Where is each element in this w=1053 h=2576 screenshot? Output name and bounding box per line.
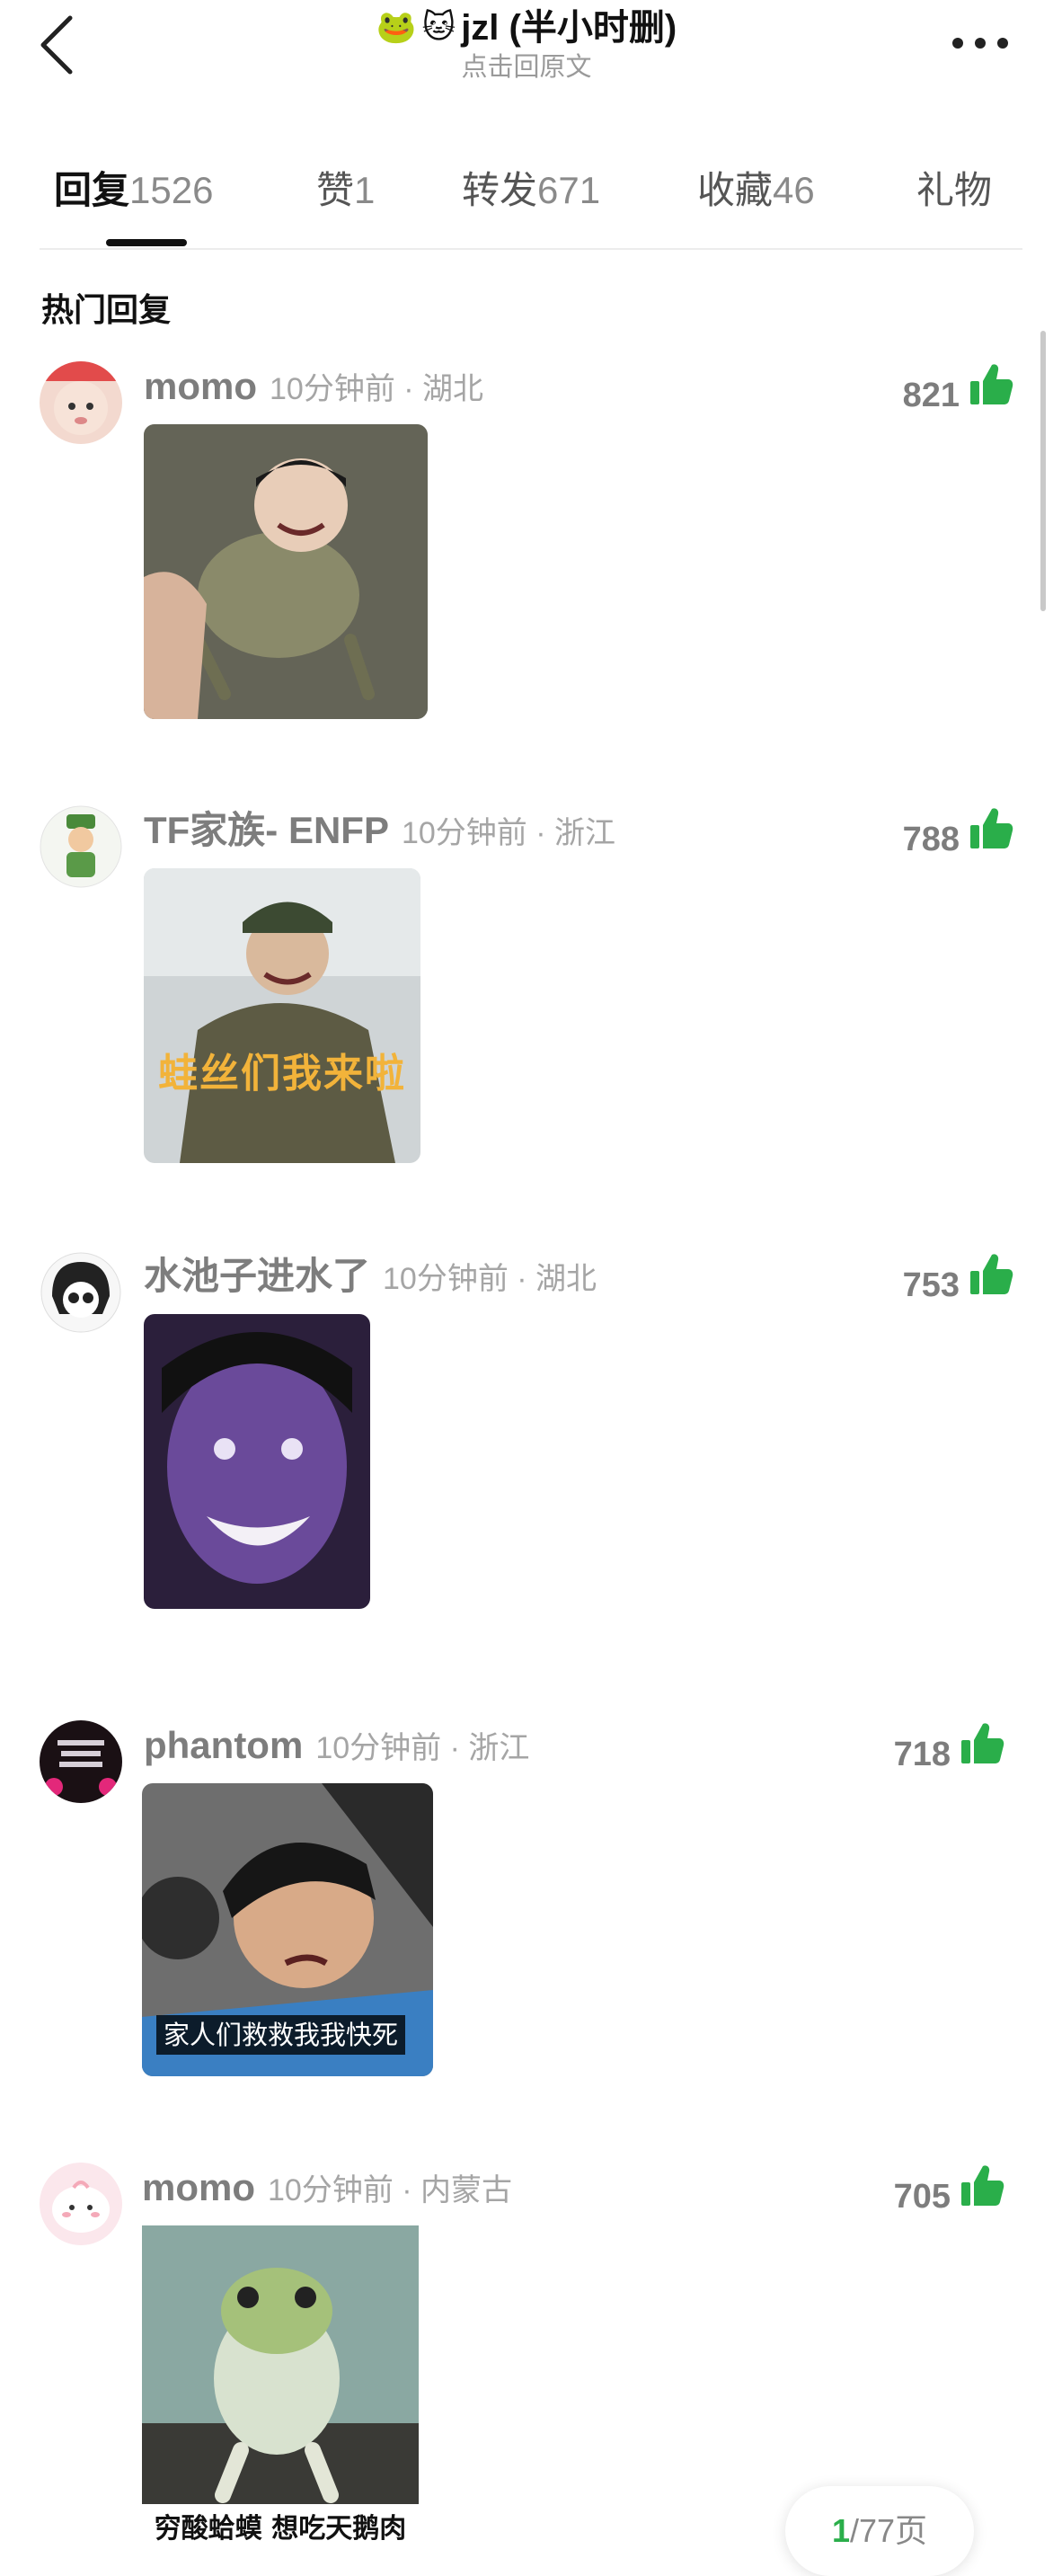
- thumbs-up-icon: [958, 2163, 1004, 2231]
- comment-meta: TF家族- ENFP 10分钟前 · 浙江: [144, 805, 615, 865]
- avatar[interactable]: [40, 361, 122, 444]
- tab-reposts[interactable]: 转发671: [462, 164, 600, 218]
- like-count: 788: [902, 821, 960, 858]
- tab-bar: 回复1526 赞1 转发671 收藏46 礼物: [0, 151, 1053, 250]
- more-options-icon[interactable]: [949, 27, 1012, 59]
- cat-face-icon: 🐱: [421, 9, 456, 46]
- current-page: 1: [831, 2512, 850, 2549]
- like-button[interactable]: 705: [894, 2163, 1004, 2231]
- avatar[interactable]: [40, 1251, 122, 1334]
- like-count: 753: [902, 1266, 960, 1304]
- active-tab-indicator: [106, 239, 187, 246]
- tab-replies[interactable]: 回复1526: [54, 164, 213, 218]
- comment-meta: phantom 10分钟前 · 浙江: [144, 1720, 529, 1780]
- divider: [40, 248, 1022, 250]
- comment-meta: 水池子进水了 10分钟前 · 湖北: [144, 1251, 597, 1310]
- post-header[interactable]: 🐸 🐱 jzl (半小时删) 点击回原文: [0, 5, 1053, 83]
- scrollbar[interactable]: [1040, 331, 1046, 611]
- thumbs-up-icon: [967, 1251, 1013, 1319]
- frog-face-icon: 🐸: [376, 9, 417, 46]
- avatar[interactable]: [40, 1720, 122, 1803]
- section-title: 热门回复: [41, 291, 172, 328]
- total-pages: /77页: [849, 2512, 928, 2549]
- sticker-caption: 蛙丝们我来啦: [158, 1051, 406, 1097]
- avatar[interactable]: [40, 805, 122, 888]
- like-count: 718: [893, 1736, 951, 1773]
- timestamp-location: 10分钟前 · 湖北: [270, 372, 484, 406]
- sticker-caption: 家人们救救我我快死: [156, 2015, 406, 2055]
- like-button[interactable]: 821: [903, 361, 1013, 430]
- thumbs-up-icon: [967, 361, 1013, 430]
- like-count: 821: [902, 377, 960, 414]
- comment-meta: momo 10分钟前 · 内蒙古: [142, 2163, 512, 2222]
- username[interactable]: 水池子进水了: [144, 1255, 370, 1297]
- tab-likes[interactable]: 赞1: [316, 164, 375, 218]
- timestamp-location: 10分钟前 · 内蒙古: [268, 2173, 513, 2207]
- thumbs-up-icon: [958, 1720, 1004, 1789]
- username[interactable]: TF家族- ENFP: [144, 809, 389, 851]
- comment-meta: momo 10分钟前 · 湖北: [144, 361, 483, 421]
- sticker-image[interactable]: [144, 424, 428, 719]
- tab-favorites[interactable]: 收藏46: [697, 164, 815, 218]
- sticker-caption: 穷酸蛤蟆 想吃天鹅肉: [154, 2513, 407, 2545]
- thumbs-up-icon: [967, 805, 1013, 874]
- like-button[interactable]: 788: [903, 805, 1013, 874]
- username[interactable]: momo: [144, 365, 257, 407]
- avatar[interactable]: [40, 2163, 122, 2245]
- timestamp-location: 10分钟前 · 浙江: [401, 816, 616, 850]
- post-title: jzl (半小时删): [461, 8, 677, 48]
- like-button[interactable]: 718: [894, 1720, 1004, 1789]
- sticker-image[interactable]: 家人们救救我我快死: [142, 1783, 433, 2076]
- sticker-image[interactable]: 蛙丝们我来啦: [144, 868, 420, 1163]
- back-to-original-link[interactable]: 点击回原文: [0, 52, 1053, 83]
- sticker-image[interactable]: 穷酸蛤蟆 想吃天鹅肉: [142, 2225, 419, 2558]
- tab-gifts[interactable]: 礼物: [916, 164, 992, 218]
- like-count: 705: [893, 2178, 951, 2216]
- username[interactable]: momo: [142, 2166, 255, 2208]
- username[interactable]: phantom: [144, 1724, 303, 1766]
- timestamp-location: 10分钟前 · 浙江: [315, 1731, 530, 1765]
- page-indicator[interactable]: 1/77页: [785, 2486, 974, 2576]
- sticker-image[interactable]: [144, 1314, 370, 1609]
- timestamp-location: 10分钟前 · 湖北: [383, 1262, 597, 1296]
- like-button[interactable]: 753: [903, 1251, 1013, 1319]
